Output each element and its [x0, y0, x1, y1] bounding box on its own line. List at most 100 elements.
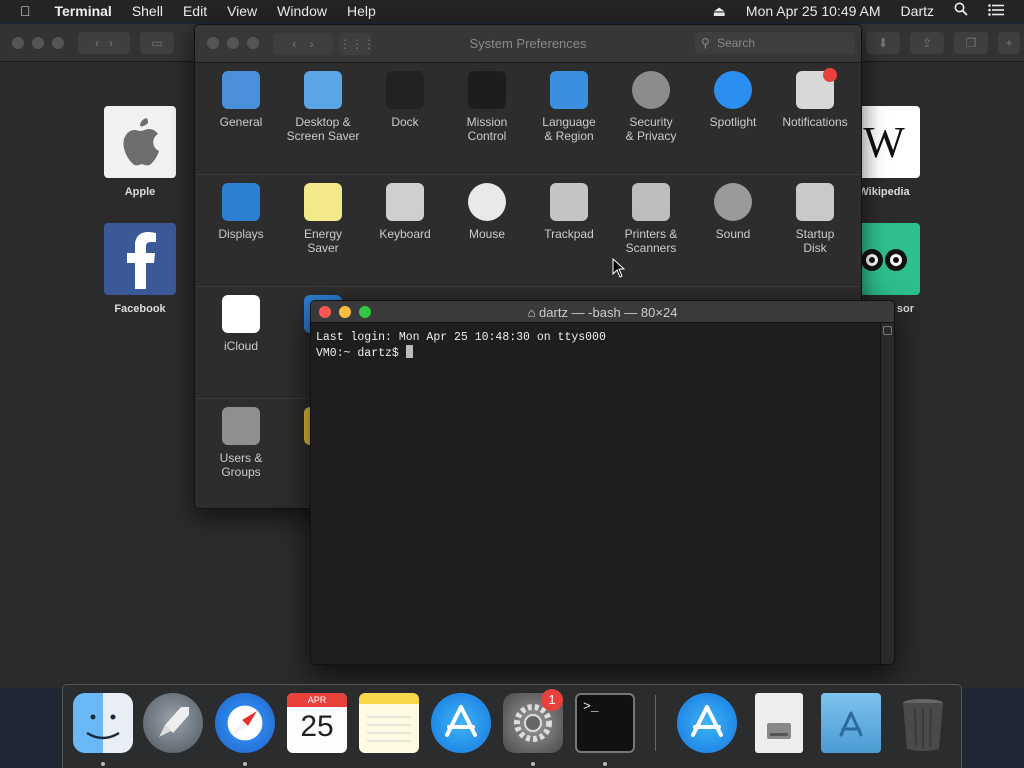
pane-mouse[interactable]: Mouse	[446, 183, 528, 241]
search-placeholder: Search	[717, 36, 756, 50]
mouse-pointer-icon	[612, 258, 626, 278]
favorite-apple-label: Apple	[124, 186, 156, 198]
terminal-output[interactable]: Last login: Mon Apr 25 10:48:30 on ttys0…	[311, 323, 880, 664]
pane-mission[interactable]: Mission Control	[446, 71, 528, 143]
security-icon	[632, 71, 670, 109]
syspref-search-input[interactable]: ⚲ Search	[695, 32, 855, 54]
dock-finder-icon[interactable]	[73, 693, 133, 753]
menu-help[interactable]: Help	[337, 0, 386, 22]
pane-users[interactable]: Users & Groups	[200, 407, 282, 479]
terminal-titlebar[interactable]: ⌂ dartz — -bash — 80×24	[311, 301, 894, 323]
menu-app-terminal[interactable]: Terminal	[45, 0, 122, 22]
dock: APR 25 1 >_	[62, 684, 962, 768]
menu-clock[interactable]: Mon Apr 25 10:49 AM	[736, 0, 891, 22]
notification-center-icon[interactable]	[978, 0, 1024, 22]
dock-app-store-download-icon[interactable]	[677, 693, 737, 753]
menu-window[interactable]: Window	[267, 0, 337, 22]
dock-separator	[655, 695, 656, 751]
favorite-facebook-label: Facebook	[114, 303, 166, 315]
pane-sound[interactable]: Sound	[692, 183, 774, 241]
terminal-title-text: dartz — -bash — 80×24	[539, 305, 678, 320]
pane-icloud[interactable]: iCloud	[200, 295, 282, 353]
pane-label: iCloud	[223, 339, 259, 353]
energy-icon	[304, 183, 342, 221]
pane-spotlight[interactable]: Spotlight	[692, 71, 774, 129]
pane-label: Mouse	[468, 227, 506, 241]
pane-keyboard[interactable]: Keyboard	[364, 183, 446, 241]
menu-edit[interactable]: Edit	[173, 0, 217, 22]
shell-prompt: VM0:~ dartz$	[316, 347, 406, 360]
safari-minimize-button[interactable]	[32, 37, 44, 49]
favorite-facebook[interactable]: Facebook	[104, 223, 176, 315]
pane-energy[interactable]: Energy Saver	[282, 183, 364, 255]
pane-notifications[interactable]: Notifications	[774, 68, 856, 129]
pane-desktop[interactable]: Desktop & Screen Saver	[282, 71, 364, 143]
pane-label: Sound	[715, 227, 751, 241]
text-cursor	[405, 345, 413, 358]
pane-label-line2: & Region	[544, 129, 594, 143]
pane-trackpad[interactable]: Trackpad	[528, 183, 610, 241]
calendar-month: APR	[287, 693, 347, 707]
notifications-icon	[796, 68, 837, 109]
safari-downloads-icon[interactable]: ⬇	[866, 32, 900, 54]
safari-running-dot	[243, 762, 247, 766]
printers-icon	[632, 183, 670, 221]
dock-icon	[386, 71, 424, 109]
dock-disk-image-icon[interactable]	[755, 693, 803, 753]
safari-back-forward-button[interactable]: ‹ ›	[78, 32, 130, 54]
menu-view[interactable]: View	[217, 0, 267, 22]
pane-general[interactable]: General	[200, 71, 282, 129]
terminal-scrollbar[interactable]	[880, 323, 894, 664]
apple-menu-icon[interactable]: 	[0, 0, 45, 22]
pane-label-line2: Scanners	[625, 241, 677, 255]
dock-trash-icon[interactable]	[893, 693, 953, 753]
menu-bar:  Terminal Shell Edit View Window Help ⏏…	[0, 0, 1024, 22]
apple-logo-icon	[104, 106, 176, 178]
menu-shell[interactable]: Shell	[122, 0, 173, 22]
scrollbar-knob[interactable]	[883, 326, 892, 335]
dock-launchpad-icon[interactable]	[143, 693, 203, 753]
calendar-day: 25	[300, 710, 334, 743]
search-icon: ⚲	[701, 36, 710, 50]
pane-language[interactable]: Language & Region	[528, 71, 610, 143]
menu-user[interactable]: Dartz	[891, 0, 944, 22]
dock-notes-icon[interactable]	[359, 693, 419, 753]
safari-close-button[interactable]	[12, 37, 24, 49]
spotlight-icon	[714, 71, 752, 109]
pane-security[interactable]: Security & Privacy	[610, 71, 692, 143]
favorite-apple[interactable]: Apple	[104, 106, 176, 198]
safari-zoom-button[interactable]	[52, 37, 64, 49]
safari-tabs-icon[interactable]: ❐	[954, 32, 988, 54]
pane-label: Language	[542, 115, 596, 129]
terminal-window[interactable]: ⌂ dartz — -bash — 80×24 Last login: Mon …	[310, 300, 895, 665]
dock-terminal-icon[interactable]: >_	[575, 693, 635, 753]
pane-dock[interactable]: Dock	[364, 71, 446, 129]
pane-label: Desktop &	[295, 115, 351, 129]
users-icon	[222, 407, 260, 445]
syspref-running-dot	[531, 762, 535, 766]
pane-printers[interactable]: Printers & Scanners	[610, 183, 692, 255]
trackpad-icon	[550, 183, 588, 221]
terminal-title: ⌂ dartz — -bash — 80×24	[311, 305, 894, 320]
safari-sidebar-icon[interactable]: ▭	[140, 32, 174, 54]
safari-share-icon[interactable]: ⇪	[910, 32, 944, 54]
dock-applications-folder-icon[interactable]	[821, 693, 881, 753]
pane-label: Notifications	[782, 115, 848, 129]
home-icon: ⌂	[527, 305, 536, 320]
dock-app-store-icon[interactable]	[431, 693, 491, 753]
pane-label-line2: Disk	[803, 241, 827, 255]
mouse-icon	[468, 183, 506, 221]
last-login-line: Last login: Mon Apr 25 10:48:30 on ttys0…	[316, 331, 606, 344]
eject-icon[interactable]: ⏏	[703, 0, 736, 22]
system-preferences-badge: 1	[541, 689, 563, 711]
pane-displays[interactable]: Displays	[200, 183, 282, 241]
safari-new-tab-button[interactable]: +	[998, 32, 1020, 54]
spotlight-search-icon[interactable]	[944, 0, 978, 22]
dock-safari-icon[interactable]	[215, 693, 275, 753]
pane-label-line2: & Privacy	[625, 129, 677, 143]
pane-label-line2: Screen Saver	[286, 129, 360, 143]
dock-calendar-icon[interactable]: APR 25	[287, 693, 347, 753]
displays-icon	[222, 183, 260, 221]
terminal-running-dot	[603, 762, 607, 766]
pane-startup[interactable]: Startup Disk	[774, 183, 856, 255]
